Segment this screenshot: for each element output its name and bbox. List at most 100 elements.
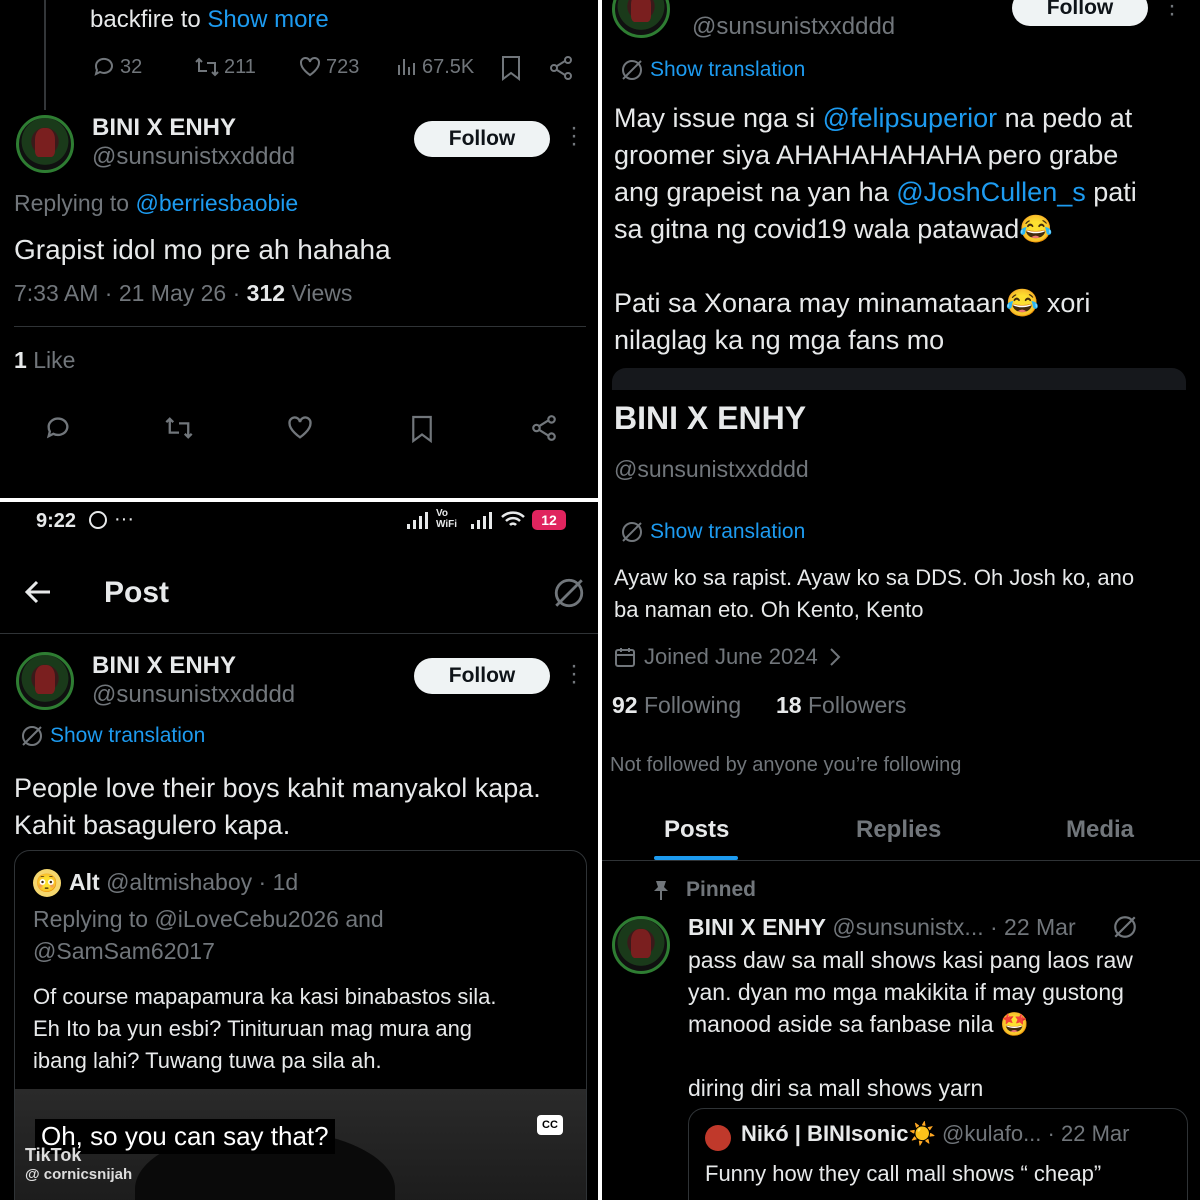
pinned-date: · 22 Mar [990,914,1076,940]
follow-button[interactable]: Follow [414,121,550,157]
tab-replies[interactable]: Replies [856,816,941,844]
post-text-line: People love their boys kahit manyakol ka… [14,773,541,803]
show-translation[interactable]: Show translation [20,724,205,748]
follow-button[interactable]: Follow [1012,0,1148,26]
more-options-icon[interactable]: ··· [570,654,578,694]
mention-link[interactable]: @JoshCullen_s [896,177,1086,207]
bookmark-icon[interactable] [410,414,434,444]
nested-quote-name: Nikó | BINIsonic☀️ [741,1121,936,1146]
quote-text-line: ibang lahi? Tuwang tuwa pa sila ah. [33,1048,382,1073]
signal-icon [470,510,494,530]
repost-icon[interactable] [164,414,194,442]
post-text-line: Kahit basagulero kapa. [14,810,291,840]
pinned-text: Pinned [686,878,757,901]
views-count: 67.5K [422,55,475,78]
followers-label: Followers [807,692,907,718]
pinned-text-line: pass daw sa mall shows kasi pang laos ra… [688,947,1133,973]
thread-line [44,0,46,110]
truncated-tweet-text: backfire to Show more [90,6,329,34]
share-icon[interactable] [548,55,574,81]
bio-line: Ayaw ko sa rapist. Ayaw ko sa DDS. Oh Jo… [614,565,1135,590]
author-handle[interactable]: @sunsunistxxdddd [92,681,295,709]
back-arrow-icon[interactable] [24,578,52,606]
likes-label: Like [33,347,76,373]
replying-to: Replying to @berriesbaobie [14,190,298,217]
translate-icon[interactable] [1112,914,1138,940]
views-stat[interactable]: 67.5K [396,55,474,79]
author-handle[interactable]: @sunsunistxxdddd [92,143,295,171]
text-segment: pati [1085,177,1137,207]
avatar[interactable] [16,652,74,710]
show-more-link[interactable]: Show more [207,6,328,33]
quote-video[interactable]: Oh, so you can say that? CC TikTok @ cor… [15,1089,586,1200]
nested-quote-date: · 22 Mar [1047,1121,1130,1146]
tab-media[interactable]: Media [1066,816,1134,844]
tweet-timestamp: 7:33 AM · 21 May 26 · [14,280,241,306]
post-text-line: ang grapeist na yan ha @JoshCullen_s pat… [614,174,1137,211]
calendar-icon [614,646,636,668]
quote-card[interactable]: 😳 Alt @altmishaboy · 1d Replying to @iLo… [14,850,587,1200]
more-options-icon[interactable]: ··· [1168,0,1176,26]
reply-icon [92,55,116,79]
nested-quote-handle: @kulafo... [942,1121,1042,1146]
bookmark-icon[interactable] [500,55,522,81]
reply-count: 32 [120,55,143,78]
truncated-line: backfire to [90,6,201,33]
pinned-header: BINI X ENHY @sunsunistx... · 22 Mar [688,914,1076,941]
avatar[interactable] [612,0,670,38]
post-text-line [614,248,1137,285]
quote-replying-line: Replying to @iLoveCebu2026 and [33,906,384,932]
following-count: 92 [612,692,638,718]
like-stat[interactable]: 723 [298,55,359,79]
pinned-author-handle[interactable]: @sunsunistx... [832,914,983,940]
likes-summary[interactable]: 1 Like [14,347,75,374]
repost-stat[interactable]: 211 [194,55,256,79]
avatar[interactable] [612,916,670,974]
show-translation[interactable]: Show translation [620,58,805,82]
pinned-text-line: manood aside sa fanbase nila 🤩 [688,1011,1029,1037]
joined-date[interactable]: Joined June 2024 [614,644,844,670]
pinned-author-name[interactable]: BINI X ENHY [688,914,826,940]
nested-quote-card[interactable]: Nikó | BINIsonic☀️ @kulafo... · 22 Mar F… [688,1108,1188,1200]
post-text-line: May issue nga si @felipsuperior na pedo … [614,100,1137,137]
quote-author-handle: @altmishaboy · 1d [106,869,299,895]
following-stat[interactable]: 92 Following [612,692,741,719]
follow-button[interactable]: Follow [414,658,550,694]
replying-prefix: Replying to [14,190,130,216]
quote-replying-to: Replying to @iLoveCebu2026 and @SamSam62… [33,903,384,967]
reply-icon[interactable] [44,414,72,442]
avatar[interactable] [16,115,74,173]
tabs-divider [600,860,1200,861]
author-name[interactable]: BINI X ENHY [92,652,236,680]
chevron-right-icon [826,646,844,668]
replying-user-link[interactable]: @berriesbaobie [135,190,298,216]
more-options-icon[interactable]: ··· [570,116,578,156]
text-segment: na pedo at [997,103,1133,133]
show-translation[interactable]: Show translation [620,520,805,544]
nested-quote-avatar [705,1125,731,1151]
profile-bio: Ayaw ko sa rapist. Ayaw ko sa DDS. Oh Jo… [614,562,1134,626]
post-text: People love their boys kahit manyakol ka… [14,770,541,844]
pin-icon [652,879,670,901]
translate-icon [620,58,644,82]
header-divider [0,633,600,634]
author-handle[interactable]: @sunsunistxxdddd [692,13,895,41]
reply-stat[interactable]: 32 [92,55,142,79]
mention-link[interactable]: @felipsuperior [823,103,998,133]
share-icon[interactable] [530,414,558,442]
heart-icon [298,55,322,79]
closed-captions-button[interactable]: CC [537,1115,563,1135]
tab-posts[interactable]: Posts [664,816,729,844]
author-name[interactable]: BINI X ENHY [92,114,236,142]
heart-icon[interactable] [286,414,314,442]
following-label: Following [643,692,742,718]
profile-handle: @sunsunistxxdddd [614,456,809,482]
translate-icon[interactable] [552,576,586,610]
followers-stat[interactable]: 18 Followers [776,692,906,719]
nested-quote-text: Funny how they call mall shows “ cheap” [705,1161,1102,1186]
top-right-panel: @sunsunistxxdddd Follow ··· Show transla… [600,0,1200,390]
translate-icon [20,724,44,748]
followers-count: 18 [776,692,802,718]
bottom-right-panel: BINI X ENHY @sunsunistxxdddd Show transl… [600,390,1200,1200]
quote-text-line: Eh Ito ba yun esbi? Tinituruan mag mura … [33,1016,473,1041]
